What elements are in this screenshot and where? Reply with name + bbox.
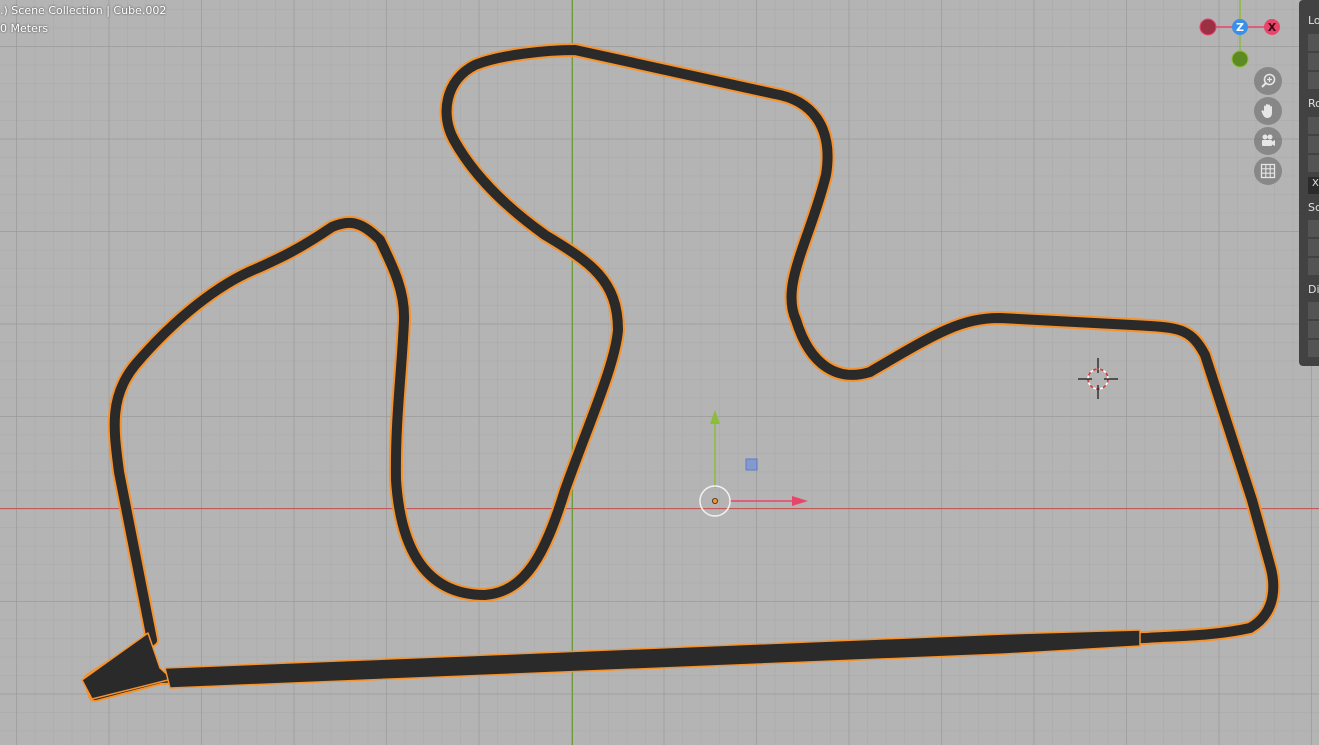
zoom-icon bbox=[1261, 73, 1276, 88]
dimensions-x-field[interactable] bbox=[1308, 302, 1319, 319]
camera-icon bbox=[1262, 134, 1275, 146]
camera-view-button[interactable] bbox=[1254, 127, 1282, 155]
track-main-straight bbox=[164, 629, 1141, 689]
track-mesh[interactable] bbox=[81, 43, 1281, 702]
gizmo-x-arrow-head[interactable] bbox=[792, 496, 808, 506]
gizmo-xy-plane-handle[interactable] bbox=[745, 458, 758, 471]
hand-pan-icon bbox=[1261, 104, 1272, 118]
sidebar-n-panel[interactable]: Lo Ro X Sc Di bbox=[1299, 0, 1319, 366]
location-x-field[interactable] bbox=[1308, 34, 1319, 51]
3d-cursor-icon[interactable] bbox=[1078, 358, 1118, 399]
3d-viewport[interactable]: Z X .) Scene Collection | Cube.002 0 Met… bbox=[0, 0, 1319, 745]
gizmo-y-arrow-head[interactable] bbox=[710, 410, 720, 424]
gizmo-z-label: Z bbox=[1236, 21, 1244, 34]
scale-x-field[interactable] bbox=[1308, 220, 1319, 237]
rotation-y-field[interactable] bbox=[1308, 136, 1319, 153]
scale-z-field[interactable] bbox=[1308, 258, 1319, 275]
pan-button[interactable] bbox=[1254, 97, 1282, 125]
scale-y-field[interactable] bbox=[1308, 239, 1319, 256]
location-z-field[interactable] bbox=[1308, 72, 1319, 89]
navigation-gizmo[interactable]: Z X bbox=[1199, 0, 1280, 68]
viewport-header-title: .) Scene Collection | Cube.002 bbox=[0, 4, 167, 17]
dimensions-z-field[interactable] bbox=[1308, 340, 1319, 357]
rotation-mode-dropdown[interactable]: X bbox=[1308, 177, 1319, 194]
location-y-field[interactable] bbox=[1308, 53, 1319, 70]
gizmo-neg-y-ball[interactable] bbox=[1231, 50, 1249, 68]
transform-gizmo[interactable] bbox=[699, 410, 808, 517]
object-origin-dot bbox=[712, 497, 719, 504]
location-label: Lo bbox=[1308, 14, 1319, 27]
scene-canvas[interactable]: Z X bbox=[0, 0, 1319, 745]
scale-label: Sc bbox=[1308, 201, 1319, 214]
dimensions-label: Di bbox=[1308, 283, 1319, 296]
track-selection-outline bbox=[83, 43, 1281, 702]
rotation-z-field[interactable] bbox=[1308, 155, 1319, 172]
rotation-label: Ro bbox=[1308, 97, 1319, 110]
zoom-button[interactable] bbox=[1254, 67, 1282, 95]
viewport-grid-units: 0 Meters bbox=[0, 22, 49, 35]
gizmo-x-label: X bbox=[1268, 21, 1277, 34]
dimensions-y-field[interactable] bbox=[1308, 321, 1319, 338]
rotation-mode-value: X bbox=[1312, 178, 1319, 189]
perspective-toggle-button[interactable] bbox=[1254, 157, 1282, 185]
gizmo-neg-x-ball[interactable] bbox=[1199, 18, 1217, 36]
grid-icon bbox=[1260, 163, 1276, 179]
track-surface bbox=[85, 45, 1279, 700]
rotation-x-field[interactable] bbox=[1308, 117, 1319, 134]
track-start-wedge bbox=[81, 632, 173, 700]
